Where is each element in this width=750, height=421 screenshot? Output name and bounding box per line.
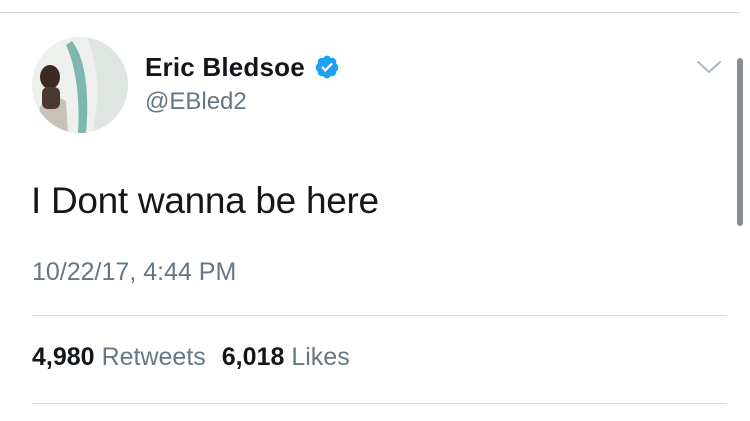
likes-label: Likes: [291, 343, 350, 371]
author-name-row: Eric Bledsoe: [145, 50, 340, 84]
tweet-stats: 4,980 Retweets 6,018 Likes: [32, 343, 350, 372]
stats-divider-bottom: [32, 403, 726, 404]
avatar-photo: [32, 37, 128, 133]
verified-badge-icon: [314, 54, 340, 80]
avatar[interactable]: [32, 37, 128, 133]
tweet-timestamp: 10/22/17, 4:44 PM: [32, 258, 237, 286]
likes-count: 6,018: [221, 343, 285, 371]
author-display-name[interactable]: Eric Bledsoe: [145, 52, 305, 83]
retweets-label: Retweets: [101, 343, 206, 371]
author-handle[interactable]: @EBled2: [145, 88, 247, 116]
likes-stat[interactable]: 6,018 Likes: [222, 343, 350, 372]
stats-divider-top: [32, 315, 726, 316]
retweets-stat[interactable]: 4,980 Retweets: [32, 343, 206, 372]
scrollbar[interactable]: [737, 58, 743, 226]
top-divider: [0, 12, 740, 13]
retweets-count: 4,980: [32, 343, 95, 371]
tweet-text: I Dont wanna be here: [31, 180, 379, 221]
chevron-down-icon[interactable]: [694, 56, 724, 78]
